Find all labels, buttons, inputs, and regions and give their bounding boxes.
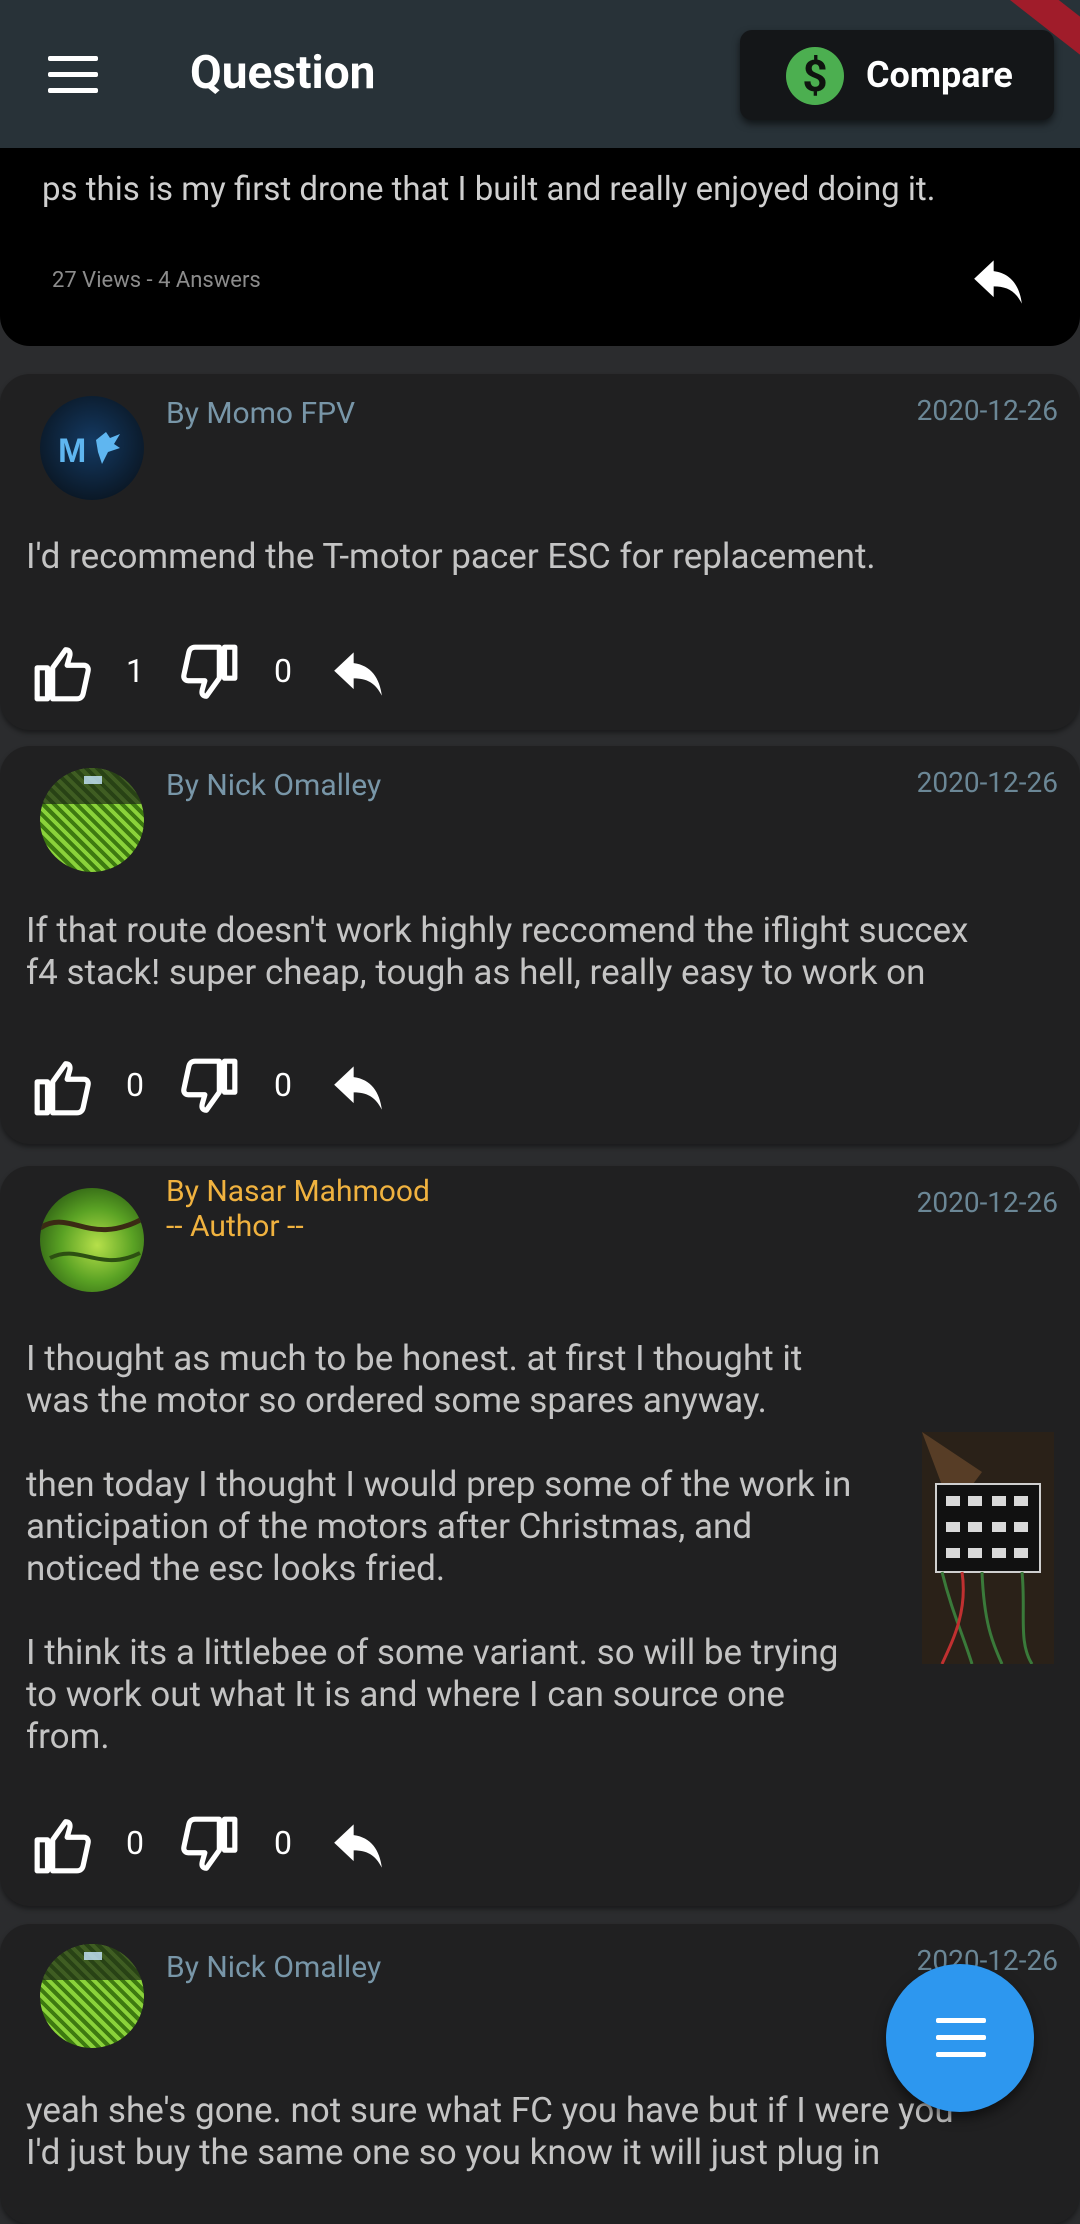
thumb-down-icon[interactable] [178, 1814, 240, 1876]
app-bar: Question $ Compare [0, 0, 1080, 148]
thumb-up-icon[interactable] [32, 1814, 94, 1876]
question-text: ps this is my first drone that I built a… [42, 170, 936, 209]
answer-author[interactable]: By Nick Omalley [166, 768, 381, 803]
like-count: 0 [126, 1824, 144, 1862]
page-title: Question [190, 46, 376, 100]
reply-icon[interactable] [332, 1822, 384, 1870]
dislike-count: 0 [274, 652, 292, 690]
author-name: By Nasar Mahmood [166, 1174, 430, 1209]
answer-card: By Nick Omalley 2020-12-26 If that route… [0, 746, 1080, 1144]
question-stats: 27 Views - 4 Answers [52, 268, 261, 293]
like-count: 0 [126, 1066, 144, 1104]
answer-body: If that route doesn't work highly reccom… [26, 910, 969, 993]
avatar-overlay [40, 1944, 144, 1980]
avatar[interactable] [40, 768, 144, 872]
attachment-image[interactable] [922, 1432, 1054, 1664]
hamburger-menu-icon[interactable] [48, 56, 98, 93]
thumb-up-icon[interactable] [32, 642, 94, 704]
answer-body: I thought as much to be honest. at first… [26, 1338, 852, 1757]
answer-date: 2020-12-26 [916, 766, 1058, 799]
avatar[interactable] [40, 1944, 144, 2048]
vote-bar: 0 0 [32, 1056, 392, 1120]
thumb-down-icon[interactable] [178, 642, 240, 704]
avatar[interactable] [40, 1188, 144, 1292]
avatar-overlay [40, 768, 144, 804]
compare-label: Compare [866, 54, 1013, 96]
answer-author[interactable]: By Momo FPV [166, 396, 355, 431]
dislike-count: 0 [274, 1824, 292, 1862]
momo-logo-icon: M [58, 432, 120, 470]
avatar-overlay [40, 1215, 144, 1263]
vote-bar: 1 0 [32, 642, 392, 706]
dislike-count: 0 [274, 1066, 292, 1104]
answer-date: 2020-12-26 [916, 1186, 1058, 1219]
reply-icon[interactable] [332, 650, 384, 698]
compare-button[interactable]: $ Compare [740, 30, 1054, 120]
reply-icon[interactable] [332, 1064, 384, 1112]
author-tag: -- Author -- [166, 1209, 304, 1244]
answer-body: yeah she's gone. not sure what FC you ha… [26, 2090, 954, 2173]
menu-fab[interactable] [886, 1964, 1034, 2112]
esc-board-photo [922, 1432, 1054, 1664]
reply-icon[interactable] [972, 258, 1024, 306]
fab-menu-icon [936, 2018, 986, 2023]
answer-date: 2020-12-26 [916, 394, 1058, 427]
vote-bar: 0 0 [32, 1814, 392, 1878]
like-count: 1 [126, 652, 144, 690]
answer-card: M By Momo FPV 2020-12-26 I'd recommend t… [0, 374, 1080, 730]
answer-author[interactable]: By Nick Omalley [166, 1950, 381, 1985]
avatar[interactable]: M [40, 396, 144, 500]
answer-card: By Nasar Mahmood -- Author -- 2020-12-26… [0, 1166, 1080, 1906]
thumb-up-icon[interactable] [32, 1056, 94, 1118]
thumb-down-icon[interactable] [178, 1056, 240, 1118]
answer-body: I'd recommend the T-motor pacer ESC for … [26, 536, 876, 577]
dollar-icon: $ [786, 47, 844, 105]
svg-text:M: M [58, 432, 86, 470]
question-card: ps this is my first drone that I built a… [0, 148, 1080, 346]
answer-author[interactable]: By Nasar Mahmood -- Author -- [166, 1174, 430, 1244]
